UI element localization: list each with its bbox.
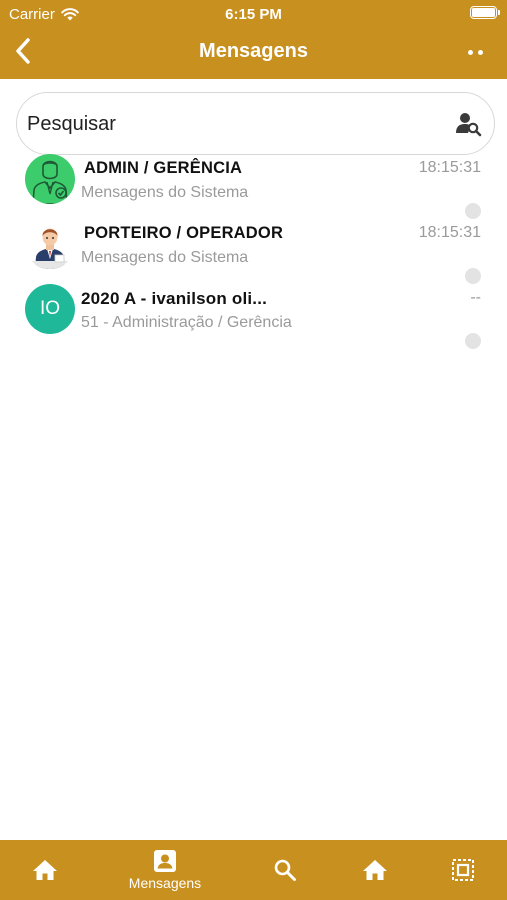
conversation-subtitle: 51 - Administração / Gerência: [81, 314, 292, 331]
conversation-subtitle: Mensagens do Sistema: [81, 249, 249, 266]
battery-icon: [470, 6, 500, 19]
list-item[interactable]: PORTEIRO / OPERADOR Mensagens do Sistema…: [0, 215, 507, 284]
dot-icon: [467, 49, 473, 55]
conversation-time: 18:15:31: [418, 224, 481, 241]
conversation-title: 2020 A - ivanilson oli...: [81, 289, 268, 308]
status-time: 6:15 PM: [225, 6, 282, 23]
more-options-button[interactable]: [463, 42, 487, 62]
list-item[interactable]: ADMIN / GERÊNCIA Mensagens do Sistema 18…: [0, 150, 507, 219]
tab-mensagens[interactable]: Mensagens: [115, 840, 215, 900]
home-icon: [363, 860, 387, 880]
search-bar: [16, 92, 495, 155]
tab-bar: Mensagens: [0, 840, 507, 900]
conversation-time: 18:15:31: [418, 159, 481, 176]
list-item[interactable]: IO 2020 A - ivanilson oli... 51 - Admini…: [0, 280, 507, 349]
conversation-title: ADMIN / GERÊNCIA: [84, 159, 243, 177]
nav-bar: Mensagens: [0, 28, 507, 79]
doorman-icon: [31, 228, 69, 269]
home-icon: [33, 860, 57, 880]
avatar: IO: [25, 284, 75, 334]
conversation-subtitle: Mensagens do Sistema: [81, 184, 249, 201]
contact-card-icon: [154, 850, 176, 872]
dot-icon: [477, 49, 483, 55]
avatar: [25, 154, 75, 204]
search-input[interactable]: [27, 109, 447, 139]
conversation-title: PORTEIRO / OPERADOR: [84, 224, 284, 242]
header: Carrier 6:15 PM Mensagens: [0, 0, 507, 79]
chevron-left-icon: [16, 38, 30, 64]
back-button[interactable]: [8, 36, 38, 66]
user-search-icon[interactable]: [454, 110, 482, 138]
conversation-time: --: [470, 289, 481, 306]
search-icon: [274, 859, 296, 881]
conversation-list: ADMIN / GERÊNCIA Mensagens do Sistema 18…: [0, 150, 507, 349]
select-frame-icon: [452, 859, 474, 881]
status-bar: Carrier 6:15 PM: [0, 0, 507, 28]
page-title: Mensagens: [199, 40, 308, 62]
admin-user-icon: [32, 160, 68, 204]
avatar-initials: IO: [39, 298, 61, 319]
tab-home-2[interactable]: [355, 840, 395, 900]
tab-label: Mensagens: [128, 875, 202, 891]
tab-select[interactable]: [443, 840, 483, 900]
tab-home[interactable]: [25, 840, 65, 900]
unread-indicator: [465, 333, 481, 349]
tab-search[interactable]: [265, 840, 305, 900]
avatar: [25, 219, 75, 269]
